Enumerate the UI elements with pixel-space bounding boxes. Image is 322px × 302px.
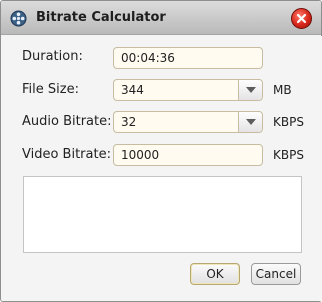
video-bitrate-label: Video Bitrate: [22, 147, 111, 162]
audio-bitrate-unit: KBPS [273, 115, 304, 129]
chevron-down-icon [246, 87, 256, 93]
file-size-value: 344 [121, 83, 144, 97]
film-reel-icon [10, 10, 27, 27]
close-icon [296, 13, 307, 24]
file-size-select[interactable]: 344 [113, 79, 263, 101]
title-bar[interactable]: Bitrate Calculator [1, 1, 321, 35]
file-size-label: File Size: [22, 82, 79, 97]
audio-bitrate-select[interactable]: 32 [113, 111, 263, 133]
video-bitrate-unit: KBPS [273, 148, 304, 162]
audio-bitrate-dropdown-button[interactable] [238, 112, 262, 132]
cancel-button[interactable]: Cancel [251, 263, 301, 285]
duration-label: Duration: [22, 49, 83, 64]
dialog-body: Duration: 00:04:36 File Size: 344 MB Aud… [2, 36, 322, 301]
video-bitrate-field[interactable]: 10000 [113, 144, 263, 166]
chevron-down-icon [246, 119, 256, 125]
file-size-dropdown-button[interactable] [238, 80, 262, 100]
close-button[interactable] [291, 8, 312, 29]
duration-field[interactable]: 00:04:36 [113, 47, 263, 69]
bitrate-calculator-dialog: Bitrate Calculator Duration: 00:04:36 Fi… [0, 0, 322, 302]
result-text-area[interactable] [23, 176, 302, 253]
window-title: Bitrate Calculator [36, 10, 166, 25]
audio-bitrate-value: 32 [121, 115, 137, 129]
file-size-unit: MB [273, 83, 292, 97]
audio-bitrate-label: Audio Bitrate: [22, 114, 112, 129]
ok-button[interactable]: OK [190, 263, 240, 285]
